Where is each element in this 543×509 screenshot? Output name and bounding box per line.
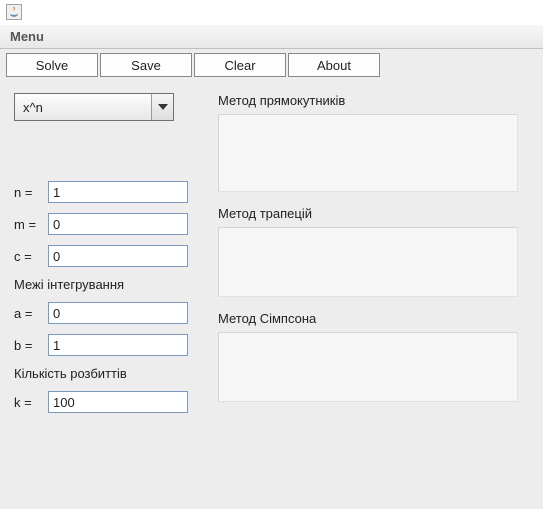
java-icon [6, 4, 22, 20]
k-input[interactable] [48, 391, 188, 413]
a-label: a = [14, 306, 48, 321]
about-button[interactable]: About [288, 53, 380, 77]
clear-button[interactable]: Clear [194, 53, 286, 77]
b-label: b = [14, 338, 48, 353]
a-input[interactable] [48, 302, 188, 324]
function-combobox[interactable]: x^n [14, 93, 174, 121]
content-area: Solve Save Clear About x^n n = m = c = [0, 49, 543, 509]
simpson-method-title: Метод Сімпсона [218, 311, 531, 326]
toolbar: Solve Save Clear About [0, 49, 543, 85]
m-label: m = [14, 217, 48, 232]
trapezoid-method-title: Метод трапецій [218, 206, 531, 221]
solve-button[interactable]: Solve [6, 53, 98, 77]
k-label: k = [14, 395, 48, 410]
rectangles-method-title: Метод прямокутників [218, 93, 531, 108]
c-input[interactable] [48, 245, 188, 267]
function-combobox-value: x^n [15, 100, 151, 115]
c-label: c = [14, 249, 48, 264]
simpson-method-output [218, 332, 518, 402]
b-input[interactable] [48, 334, 188, 356]
menubar: Menu [0, 25, 543, 49]
bounds-heading: Межі інтегрування [14, 277, 194, 292]
m-input[interactable] [48, 213, 188, 235]
save-button[interactable]: Save [100, 53, 192, 77]
trapezoid-method-output [218, 227, 518, 297]
n-label: n = [14, 185, 48, 200]
menu-item-menu[interactable]: Menu [10, 29, 44, 44]
chevron-down-icon [151, 94, 173, 120]
n-input[interactable] [48, 181, 188, 203]
partitions-heading: Кількість розбиттів [14, 366, 194, 381]
rectangles-method-output [218, 114, 518, 192]
